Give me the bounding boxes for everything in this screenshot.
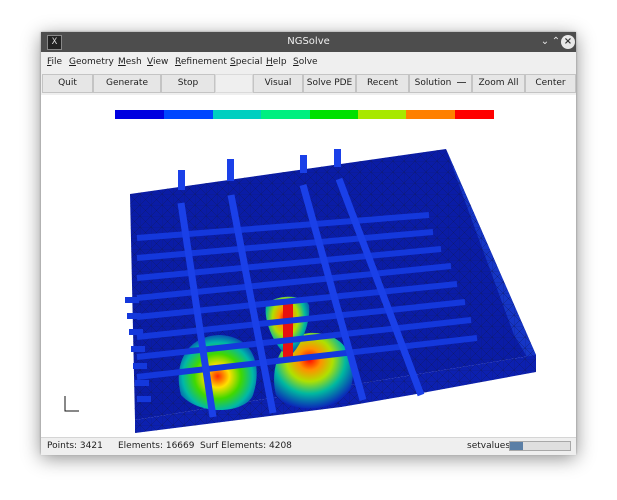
bar-stub (135, 380, 149, 386)
dropdown-indicator-icon (457, 82, 467, 83)
center-button[interactable]: Center (525, 74, 576, 93)
menu-refinement[interactable]: Refinement (175, 57, 227, 67)
elements-count: Elements: 16669 (118, 441, 195, 451)
menu-special[interactable]: Special (230, 57, 262, 67)
zoom-all-button[interactable]: Zoom All (472, 74, 525, 93)
color-scale-segment (406, 110, 455, 119)
menu-view[interactable]: View (147, 57, 168, 67)
menu-file[interactable]: File (47, 57, 62, 67)
color-scale-bar (115, 110, 494, 119)
bar-stub (133, 363, 147, 369)
menu-solve[interactable]: Solve (293, 57, 318, 67)
field-hot-column (283, 300, 293, 360)
menu-geometry[interactable]: Geometry (69, 57, 114, 67)
color-scale-segment (115, 110, 164, 119)
visual-button[interactable]: Visual (253, 74, 303, 93)
title-bar[interactable]: X NGSolve ⌄ ⌃ × (41, 32, 576, 52)
color-scale-segment (358, 110, 406, 119)
toolbar-spacer (215, 74, 253, 93)
status-bar: Points: 3421 Elements: 16669 Surf Elemen… (41, 437, 576, 455)
solution-dropdown[interactable]: Solution (409, 74, 472, 93)
close-icon[interactable]: × (561, 35, 575, 49)
axes-lines (64, 396, 79, 412)
bar-stub (300, 155, 307, 173)
color-scale-segment (261, 110, 310, 119)
progress-bar (509, 441, 571, 451)
color-scale-segment (213, 110, 261, 119)
color-scale-segment (455, 110, 494, 119)
bar-stub (178, 170, 185, 190)
points-count: Points: 3421 (47, 441, 103, 451)
bar-stub (125, 297, 139, 303)
surf-elements-count: Surf Elements: 4208 (200, 441, 292, 451)
solution-label: Solution (414, 78, 452, 88)
toolbar: Quit Generate Mesh Stop Visual Solve PDE… (41, 74, 576, 105)
quit-button[interactable]: Quit (42, 74, 93, 93)
axes-icon (64, 396, 79, 412)
window-title: NGSolve (287, 36, 330, 47)
recent-button[interactable]: Recent (356, 74, 409, 93)
app-window: X NGSolve ⌄ ⌃ × File Geometry Mesh View … (41, 32, 576, 455)
menu-help[interactable]: Help (266, 57, 287, 67)
stop-button[interactable]: Stop (161, 74, 215, 93)
menu-bar: File Geometry Mesh View Refinement Speci… (41, 52, 576, 74)
bar-stub (137, 396, 151, 402)
menu-mesh[interactable]: Mesh (118, 57, 142, 67)
progress-label: setvalues (467, 441, 511, 451)
bar-stub (129, 329, 143, 335)
gl-viewport[interactable] (41, 95, 576, 437)
bar-stub (334, 149, 341, 167)
solve-pde-button[interactable]: Solve PDE (303, 74, 356, 93)
bar-stub (131, 346, 145, 352)
progress-fill (510, 442, 524, 450)
color-scale-segment (310, 110, 358, 119)
mesh-scene[interactable] (41, 95, 576, 437)
generate-mesh-button[interactable]: Generate Mesh (93, 74, 161, 105)
bar-stub (127, 313, 141, 319)
color-scale-segment (164, 110, 213, 119)
bar-stub (227, 159, 234, 181)
